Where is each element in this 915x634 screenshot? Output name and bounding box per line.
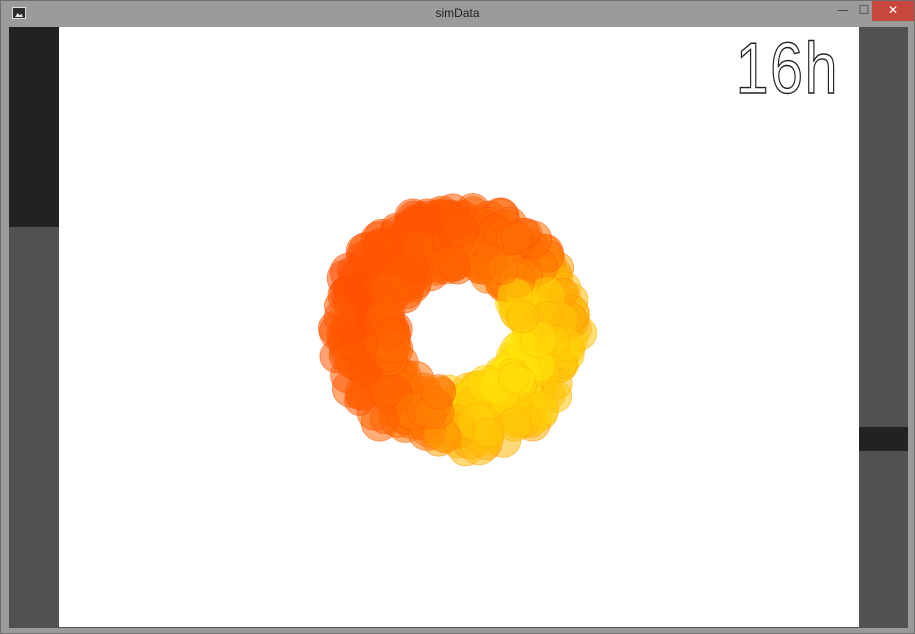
particle-dot [498, 362, 530, 394]
particle-dot [506, 300, 540, 334]
particle-dot [369, 404, 400, 435]
window-title: simData [435, 6, 480, 20]
particle-dot [345, 233, 383, 271]
particle-dot [420, 374, 456, 410]
particle-dot [442, 211, 479, 249]
close-button[interactable]: ✕ [872, 1, 914, 21]
particle-dot [487, 253, 519, 285]
sketch-canvas[interactable]: 16h [59, 27, 859, 627]
particle-dot [369, 376, 403, 409]
particle-ring [317, 192, 598, 467]
right-dark-strip [859, 427, 908, 451]
maximize-button[interactable]: ☐ [856, 1, 872, 21]
particle-dot [438, 249, 471, 282]
minimize-button[interactable]: — [830, 1, 856, 21]
particle-dot [401, 228, 435, 263]
particle-dot [410, 201, 441, 231]
left-dark-panel [9, 27, 59, 227]
particle-dot [323, 299, 360, 336]
title-bar[interactable]: simData — ☐ ✕ [1, 1, 914, 26]
app-window: simData — ☐ ✕ 16h [0, 0, 915, 634]
particle-dot [499, 221, 533, 255]
particle-dot [375, 317, 406, 348]
particle-dot [473, 417, 504, 449]
window-client-area: 16h [9, 27, 908, 628]
time-label: 16h [735, 28, 839, 109]
